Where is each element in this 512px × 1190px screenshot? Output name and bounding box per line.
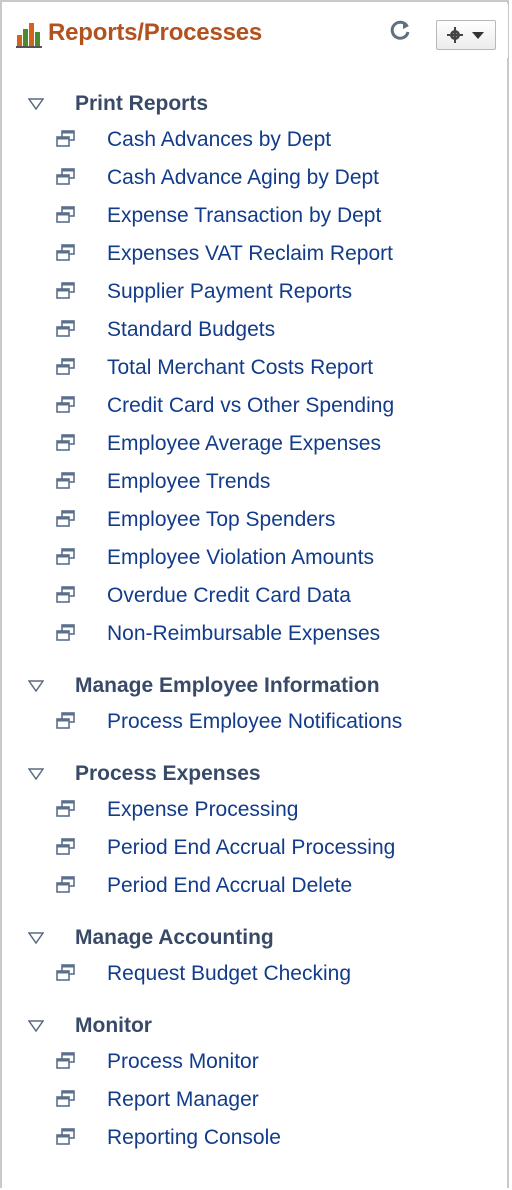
new-window-icon <box>56 1052 75 1069</box>
new-window-icon <box>56 130 75 147</box>
report-link[interactable]: Expenses VAT Reclaim Report <box>107 242 393 266</box>
report-link[interactable]: Expense Transaction by Dept <box>107 204 381 228</box>
report-link[interactable]: Employee Violation Amounts <box>107 546 374 570</box>
group-title: Manage Employee Information <box>75 674 380 697</box>
report-link[interactable]: Employee Trends <box>107 470 270 494</box>
report-link[interactable]: Total Merchant Costs Report <box>107 356 373 380</box>
report-link[interactable]: Standard Budgets <box>107 318 275 342</box>
list-item: Supplier Payment Reports <box>2 274 508 312</box>
report-link[interactable]: Reporting Console <box>107 1126 281 1150</box>
report-group: Monitor Process Monitor Report Manager Repo… <box>2 1004 508 1158</box>
group-header[interactable]: Process Expenses <box>2 752 508 792</box>
new-window-icon <box>56 510 75 527</box>
list-item: Expense Processing <box>2 792 508 830</box>
pagelet-header: Reports/Processes <box>4 4 508 58</box>
list-item: Cash Advances by Dept <box>2 122 508 160</box>
report-link[interactable]: Cash Advances by Dept <box>107 128 331 152</box>
group-header[interactable]: Monitor <box>2 1004 508 1044</box>
report-link[interactable]: Report Manager <box>107 1088 259 1112</box>
pagelet-title: Reports/Processes <box>48 19 263 46</box>
report-link[interactable]: Request Budget Checking <box>107 962 351 986</box>
group-title: Process Expenses <box>75 762 261 785</box>
list-item: Expenses VAT Reclaim Report <box>2 236 508 274</box>
new-window-icon <box>56 434 75 451</box>
report-link[interactable]: Overdue Credit Card Data <box>107 584 351 608</box>
report-group: Manage Employee Information Process Emplo… <box>2 664 508 742</box>
new-window-icon <box>56 586 75 603</box>
new-window-icon <box>56 396 75 413</box>
new-window-icon <box>56 548 75 565</box>
reports-processes-pagelet: Reports/Processes Print Reports Cash Adva… <box>0 0 509 1188</box>
bar-chart-icon <box>16 23 42 48</box>
new-window-icon <box>56 1090 75 1107</box>
collapse-triangle-icon[interactable] <box>28 98 44 110</box>
new-window-icon <box>56 964 75 981</box>
report-link[interactable]: Cash Advance Aging by Dept <box>107 166 379 190</box>
collapse-triangle-icon[interactable] <box>28 1020 44 1032</box>
list-item: Employee Trends <box>2 464 508 502</box>
collapse-triangle-icon[interactable] <box>28 932 44 944</box>
list-item: Cash Advance Aging by Dept <box>2 160 508 198</box>
new-window-icon <box>56 800 75 817</box>
group-title: Monitor <box>75 1014 152 1037</box>
report-group: Process Expenses Expense Processing Period… <box>2 752 508 906</box>
report-link[interactable]: Supplier Payment Reports <box>107 280 352 304</box>
list-item: Reporting Console <box>2 1120 508 1158</box>
new-window-icon <box>56 1128 75 1145</box>
group-title: Manage Accounting <box>75 926 274 949</box>
gear-icon <box>447 27 463 43</box>
new-window-icon <box>56 206 75 223</box>
list-item: Total Merchant Costs Report <box>2 350 508 388</box>
new-window-icon <box>56 282 75 299</box>
group-header[interactable]: Manage Employee Information <box>2 664 508 704</box>
list-item: Expense Transaction by Dept <box>2 198 508 236</box>
list-item: Standard Budgets <box>2 312 508 350</box>
new-window-icon <box>56 472 75 489</box>
report-link[interactable]: Period End Accrual Processing <box>107 836 395 860</box>
report-group: Print Reports Cash Advances by Dept Cash A… <box>2 82 508 654</box>
refresh-icon[interactable] <box>388 19 412 43</box>
chevron-down-icon <box>472 32 484 39</box>
collapse-triangle-icon[interactable] <box>28 680 44 692</box>
new-window-icon <box>56 712 75 729</box>
new-window-icon <box>56 320 75 337</box>
new-window-icon <box>56 624 75 641</box>
report-link[interactable]: Expense Processing <box>107 798 298 822</box>
list-item: Employee Violation Amounts <box>2 540 508 578</box>
list-item: Employee Top Spenders <box>2 502 508 540</box>
report-link[interactable]: Employee Average Expenses <box>107 432 381 456</box>
report-link[interactable]: Process Monitor <box>107 1050 259 1074</box>
list-item: Process Employee Notifications <box>2 704 508 742</box>
new-window-icon <box>56 876 75 893</box>
list-item: Credit Card vs Other Spending <box>2 388 508 426</box>
list-item: Period End Accrual Delete <box>2 868 508 906</box>
list-item: Request Budget Checking <box>2 956 508 994</box>
pagelet-actions-menu-button[interactable] <box>436 20 496 50</box>
group-header[interactable]: Manage Accounting <box>2 916 508 956</box>
report-groups: Print Reports Cash Advances by Dept Cash A… <box>2 82 508 1168</box>
list-item: Non-Reimbursable Expenses <box>2 616 508 654</box>
group-title: Print Reports <box>75 92 209 115</box>
new-window-icon <box>56 168 75 185</box>
report-link[interactable]: Employee Top Spenders <box>107 508 335 532</box>
report-link[interactable]: Credit Card vs Other Spending <box>107 394 394 418</box>
group-header[interactable]: Print Reports <box>2 82 508 122</box>
report-link[interactable]: Non-Reimbursable Expenses <box>107 622 380 646</box>
list-item: Overdue Credit Card Data <box>2 578 508 616</box>
list-item: Employee Average Expenses <box>2 426 508 464</box>
list-item: Process Monitor <box>2 1044 508 1082</box>
report-link[interactable]: Process Employee Notifications <box>107 710 402 734</box>
report-group: Manage Accounting Request Budget Checking <box>2 916 508 994</box>
list-item: Report Manager <box>2 1082 508 1120</box>
new-window-icon <box>56 838 75 855</box>
new-window-icon <box>56 244 75 261</box>
list-item: Period End Accrual Processing <box>2 830 508 868</box>
report-link[interactable]: Period End Accrual Delete <box>107 874 352 898</box>
new-window-icon <box>56 358 75 375</box>
collapse-triangle-icon[interactable] <box>28 768 44 780</box>
